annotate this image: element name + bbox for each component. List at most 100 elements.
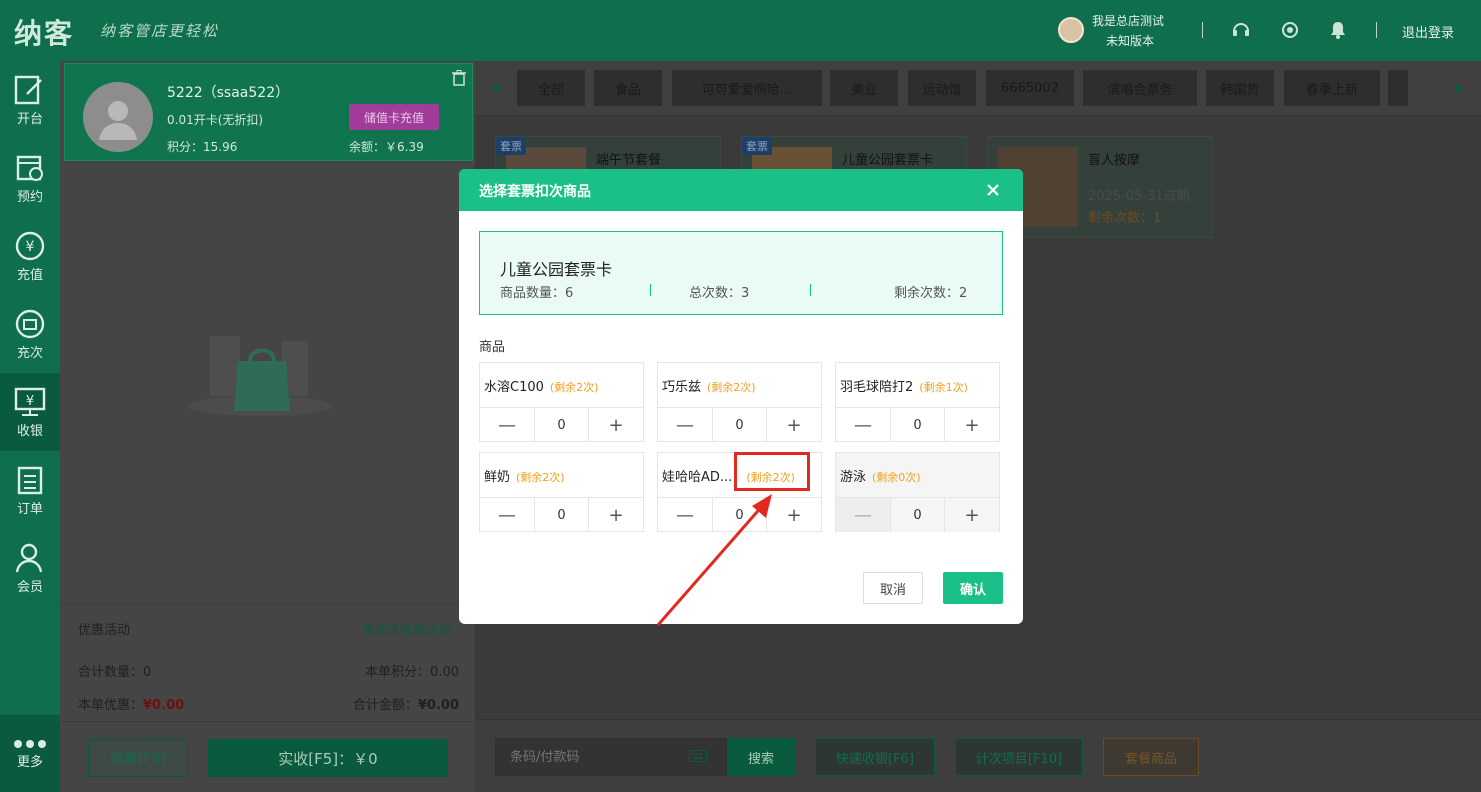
quantity-stepper: — 0 + — [480, 497, 643, 532]
app-logo: 纳客 — [14, 17, 75, 50]
quantity-value[interactable]: 0 — [890, 498, 945, 532]
search-button[interactable]: 搜索 — [727, 738, 795, 776]
more-dots-icon — [14, 740, 46, 748]
nav-label: 更多 — [16, 755, 43, 770]
category-tabs: ◀ 全部 食品 可可爱爱啊哈... 美业 运动馆 6665002 演唱会票务 韩… — [475, 61, 1481, 116]
annotation-arrow — [656, 494, 772, 626]
minus-button[interactable]: — — [480, 408, 534, 442]
goods-remain: (剩余0次) — [872, 471, 921, 484]
order-discount-label: 本单优惠： — [78, 698, 144, 713]
goods-name: 水溶C100 — [484, 380, 544, 395]
tab-all[interactable]: 全部 — [517, 70, 585, 106]
order-list-icon — [17, 466, 43, 494]
quantity-stepper: — 0 + — [658, 407, 821, 442]
yen-circle-icon: ¥ — [15, 231, 45, 260]
nav-label: 充值 — [16, 267, 43, 283]
tab-korean[interactable]: 韩国货 — [1206, 70, 1274, 106]
goods-remain: (剩余2次) — [549, 381, 599, 394]
nav-item-open-table[interactable]: 开台 — [0, 61, 60, 139]
plus-button[interactable]: + — [767, 408, 821, 442]
quick-pay-button[interactable]: 快速收银[F6] — [815, 738, 935, 776]
package-badge: 套票 — [496, 137, 526, 155]
tab-cute[interactable]: 可可爱爱啊哈... — [672, 70, 822, 106]
confirm-button[interactable]: 确认 — [943, 572, 1003, 604]
member-avatar — [83, 82, 153, 152]
person-icon — [99, 101, 137, 140]
member-icon — [15, 543, 43, 572]
goods-item: 羽毛球陪打2 (剩余1次) — 0 + — [835, 362, 1000, 442]
close-icon[interactable] — [983, 180, 1003, 200]
tab-gym[interactable]: 运动馆 — [908, 70, 976, 106]
count-items-button[interactable]: 计次项目[F10] — [955, 738, 1083, 776]
keyboard-icon[interactable] — [689, 750, 707, 766]
search-bar: 搜索 快速收银[F6] 计次项目[F10] 套餐商品 — [475, 719, 1481, 792]
minus-button[interactable]: — — [480, 498, 534, 532]
member-balance: 余额：￥6.39 — [349, 140, 424, 154]
tab-overflow[interactable] — [1388, 70, 1408, 106]
nav-item-more[interactable]: 更多 — [0, 715, 60, 792]
goods-name: 巧乐兹 — [662, 380, 702, 395]
checkout-bar: 取单[F8] 实收[F5]：￥0 — [60, 721, 475, 792]
package-badge: 套票 — [742, 137, 772, 155]
package-expire: 2025-05-31过期 — [1088, 189, 1190, 204]
nav-label: 收银 — [16, 423, 43, 439]
order-summary: 优惠活动 请选择优惠活动 › 合计数量：0 本单积分：0.00 本单优惠：¥0.… — [60, 603, 475, 721]
package-name: 盲人按摩 — [1088, 153, 1141, 168]
minus-button[interactable]: — — [836, 498, 890, 532]
tab-spring[interactable]: 春季上新 — [1284, 70, 1380, 106]
quantity-stepper: — 0 + — [480, 407, 643, 442]
user-name[interactable]: 我是总店测试 — [1092, 12, 1164, 29]
quantity-value[interactable]: 0 — [534, 408, 589, 442]
take-order-button[interactable]: 取单[F8] — [88, 739, 188, 777]
dialog-header: 选择套票扣次商品 — [459, 169, 1023, 211]
nav-item-members[interactable]: 会员 — [0, 529, 60, 607]
plus-button[interactable]: + — [589, 498, 643, 532]
goods-count: 商品数量：6 — [500, 286, 574, 301]
promo-select-link[interactable]: 请选择优惠活动 › — [361, 619, 461, 638]
empty-cart-illustration — [188, 336, 332, 416]
sync-icon[interactable] — [1279, 19, 1301, 41]
order-total-value: ¥0.00 — [417, 698, 459, 713]
nav-item-booking[interactable]: 预约 — [0, 139, 60, 217]
plus-button[interactable]: + — [589, 408, 643, 442]
goods-name: 羽毛球陪打2 — [840, 380, 914, 395]
nav-label: 预约 — [16, 189, 43, 205]
promo-label: 优惠活动 — [78, 623, 131, 638]
quantity-value[interactable]: 0 — [712, 408, 767, 442]
tab-beauty[interactable]: 美业 — [830, 70, 898, 106]
stored-value-recharge-button[interactable]: 储值卡充值 — [349, 104, 439, 130]
order-discount: 本单优惠：¥0.00 — [78, 694, 184, 713]
tab-6665002[interactable]: 6665002 — [986, 70, 1074, 106]
user-avatar[interactable] — [1058, 17, 1084, 43]
nav-item-recharge[interactable]: ¥ 充值 — [0, 217, 60, 295]
cashier-icon: ¥ — [14, 387, 46, 416]
plus-button[interactable]: + — [945, 498, 999, 532]
headset-icon[interactable] — [1230, 19, 1252, 41]
nav-item-recharge-times[interactable]: 充次 — [0, 295, 60, 373]
tab-concert[interactable]: 演唱会票务 — [1083, 70, 1197, 106]
goods-section-label: 商品 — [479, 340, 506, 355]
quantity-value[interactable]: 0 — [890, 408, 945, 442]
pay-button[interactable]: 实收[F5]：￥0 — [208, 739, 448, 777]
nav-item-orders[interactable]: 订单 — [0, 451, 60, 529]
tab-right-arrow-icon[interactable]: ▶ — [1455, 81, 1464, 95]
nav-item-cashier[interactable]: ¥ 收银 — [0, 373, 60, 451]
tab-food[interactable]: 食品 — [594, 70, 662, 106]
package-goods-button[interactable]: 套餐商品 — [1103, 738, 1199, 776]
package-name: 儿童公园套票卡 — [842, 153, 934, 168]
order-total-label: 合计金额： — [352, 698, 418, 713]
divider — [810, 284, 811, 296]
plus-button[interactable]: + — [945, 408, 999, 442]
tab-left-arrow-icon[interactable]: ◀ — [491, 81, 500, 95]
quantity-value[interactable]: 0 — [534, 498, 589, 532]
bell-icon[interactable] — [1327, 19, 1349, 41]
minus-button[interactable]: — — [836, 408, 890, 442]
minus-button[interactable]: — — [658, 408, 712, 442]
logout-button[interactable]: 退出登录 — [1402, 22, 1454, 41]
goods-name: 游泳 — [840, 470, 867, 485]
cancel-button[interactable]: 取消 — [863, 572, 923, 604]
goods-item: 鲜奶 (剩余2次) — 0 + — [479, 452, 644, 532]
left-nav: 开台 预约 ¥ 充值 充次 ¥ 收银 订单 会员 更多 — [0, 61, 60, 792]
goods-item: 水溶C100 (剩余2次) — 0 + — [479, 362, 644, 442]
trash-icon[interactable] — [452, 70, 466, 90]
